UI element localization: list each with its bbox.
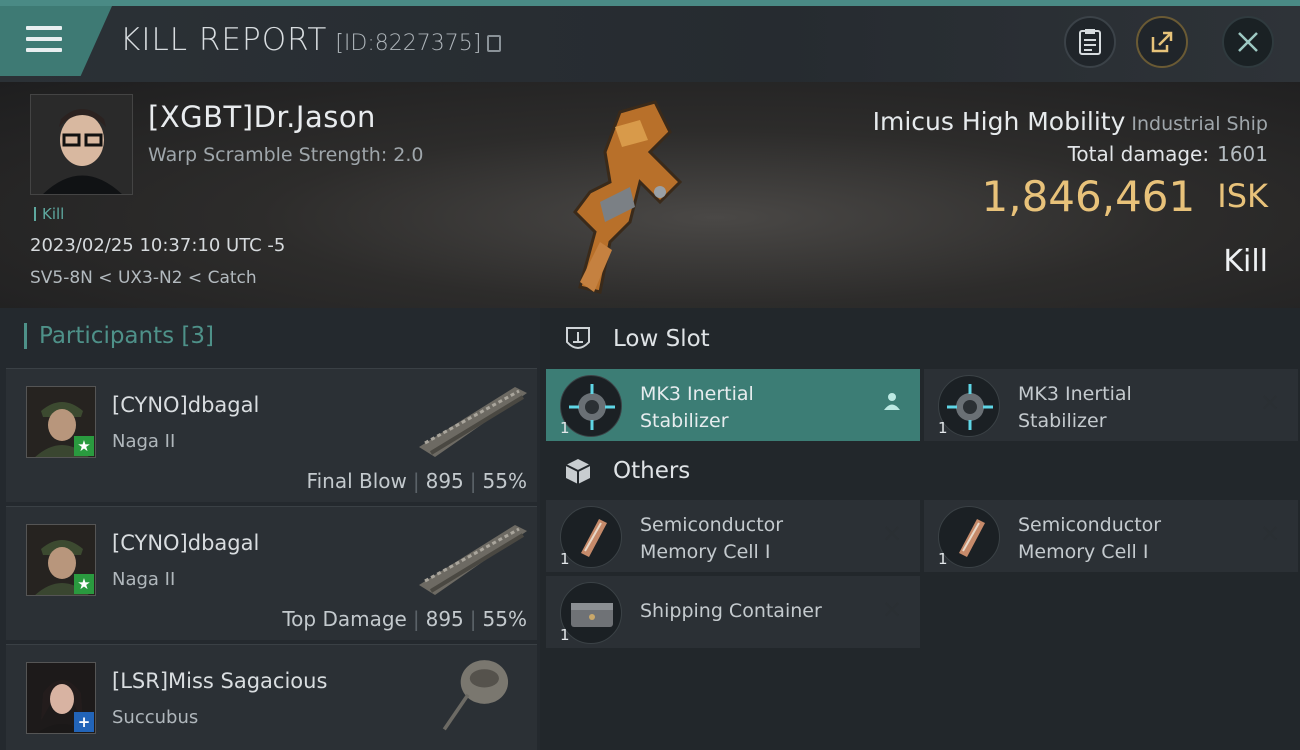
isk-value: 1,846,461 ISK — [982, 172, 1269, 221]
item-name: Semiconductor Memory Cell I — [640, 512, 870, 566]
isk-amount: 1,846,461 — [981, 172, 1196, 221]
participant-ship: Naga II — [112, 569, 176, 590]
title-text: KILL REPORT — [120, 22, 328, 58]
participant-avatar: + — [26, 662, 96, 734]
victim-ship-image — [573, 100, 683, 294]
total-damage-label: Total damage: — [1067, 142, 1210, 166]
clipboard-button[interactable] — [1064, 16, 1116, 68]
destroyed-icon: ✕ — [881, 520, 903, 548]
share-icon — [1151, 31, 1173, 53]
total-damage-value: 1601 — [1217, 142, 1268, 166]
item-name: Shipping Container — [640, 598, 870, 625]
participant-percent: 55% — [482, 607, 527, 631]
item-quantity: 1 — [938, 419, 948, 437]
ship-name-text: Imicus High Mobility — [872, 107, 1126, 136]
item-quantity: 1 — [938, 550, 948, 568]
item-quantity: 1 — [560, 550, 570, 568]
badge-star-icon: ★ — [74, 574, 94, 594]
victim-ship-name: Imicus High Mobility Industrial Ship — [873, 107, 1268, 136]
item-name-line1: MK3 Inertial — [1018, 383, 1132, 405]
others-item[interactable]: 1 Semiconductor Memory Cell I ✕ — [924, 500, 1298, 572]
participant-card[interactable]: + [LSR]Miss Sagacious Succubus — [6, 644, 537, 750]
participant-card[interactable]: ★ [CYNO]dbagal Naga II Top Damage | 895 | 55… — [6, 506, 537, 640]
participant-role: Final Blow — [306, 469, 407, 493]
participant-role: Top Damage — [282, 607, 407, 631]
share-button[interactable] — [1136, 16, 1188, 68]
others-heading: Others — [563, 456, 690, 486]
participant-name: [CYNO]dbagal — [112, 531, 260, 555]
item-name-line1: Semiconductor — [640, 514, 784, 536]
item-name-line2: Memory Cell I — [1018, 541, 1149, 563]
participant-stats: Final Blow | 895 | 55% — [306, 469, 527, 493]
participant-avatar: ★ — [26, 386, 96, 458]
participant-ship: Succubus — [112, 707, 199, 728]
item-name-line1: Shipping Container — [640, 600, 822, 622]
total-damage: Total damage: 1601 — [1068, 142, 1268, 166]
participant-percent: 55% — [482, 469, 527, 493]
low-slot-heading: Low Slot — [563, 324, 710, 354]
destroyed-icon: ✕ — [1259, 520, 1281, 548]
item-name-line2: Stabilizer — [640, 410, 729, 432]
item-quantity: 1 — [560, 626, 570, 644]
item-name: Semiconductor Memory Cell I — [1018, 512, 1248, 566]
kill-tag: Kill — [34, 207, 64, 222]
page-title: KILL REPORT [ID:8227375] — [120, 22, 502, 58]
clipboard-icon — [1079, 29, 1101, 55]
item-name-line2: Memory Cell I — [640, 541, 771, 563]
destroyed-icon: ✕ — [1259, 389, 1281, 417]
kill-location: SV5-8N < UX3-N2 < Catch — [30, 268, 257, 288]
participant-damage: 895 — [425, 469, 464, 493]
warp-scramble-strength: Warp Scramble Strength: 2.0 — [148, 144, 424, 166]
ship-class: Industrial Ship — [1131, 113, 1268, 135]
item-name-line2: Stabilizer — [1018, 410, 1107, 432]
close-button[interactable] — [1222, 16, 1274, 68]
badge-plus-icon: + — [74, 712, 94, 732]
low-slot-title: Low Slot — [613, 326, 710, 352]
close-icon — [1238, 32, 1258, 52]
destroyed-icon: ✕ — [881, 596, 903, 624]
participant-stats: Top Damage | 895 | 55% — [282, 607, 527, 631]
kill-date: 2023/02/25 10:37:10 UTC -5 — [30, 235, 286, 256]
item-name-line1: MK3 Inertial — [640, 383, 754, 405]
low-slot-item[interactable]: 1 MK3 Inertial Stabilizer — [546, 369, 920, 441]
participant-damage: 895 — [425, 607, 464, 631]
participant-name: [LSR]Miss Sagacious — [112, 669, 328, 693]
others-item[interactable]: 1 Shipping Container ✕ — [546, 576, 920, 648]
pilot-icon — [880, 391, 904, 415]
copy-icon[interactable] — [487, 35, 502, 52]
cube-icon — [565, 459, 591, 484]
menu-icon — [26, 26, 62, 56]
participant-ship-image — [442, 660, 509, 731]
others-title: Others — [613, 458, 691, 484]
participant-card[interactable]: ★ [CYNO]dbagal Naga II Final Blow | 895 | 55… — [6, 368, 537, 502]
item-name: MK3 Inertial Stabilizer — [640, 381, 870, 435]
participant-avatar: ★ — [26, 524, 96, 596]
low-slot-icon — [566, 327, 590, 349]
victim-name[interactable]: [XGBT]Dr.Jason — [148, 100, 376, 134]
item-name-line1: Semiconductor — [1018, 514, 1162, 536]
participant-ship-image — [419, 525, 527, 595]
item-quantity: 1 — [560, 419, 570, 437]
participant-ship-image — [419, 387, 527, 457]
low-slot-item[interactable]: 1 MK3 Inertial Stabilizer ✕ — [924, 369, 1298, 441]
kill-result: Kill — [1223, 244, 1268, 279]
isk-unit: ISK — [1217, 177, 1268, 215]
report-id: [ID:8227375] — [335, 31, 482, 56]
participant-name: [CYNO]dbagal — [112, 393, 260, 417]
victim-avatar[interactable] — [30, 94, 133, 195]
others-item[interactable]: 1 Semiconductor Memory Cell I ✕ — [546, 500, 920, 572]
item-name: MK3 Inertial Stabilizer — [1018, 381, 1248, 435]
badge-star-icon: ★ — [74, 436, 94, 456]
participants-heading: Participants [3] — [24, 323, 214, 349]
participant-ship: Naga II — [112, 431, 176, 452]
